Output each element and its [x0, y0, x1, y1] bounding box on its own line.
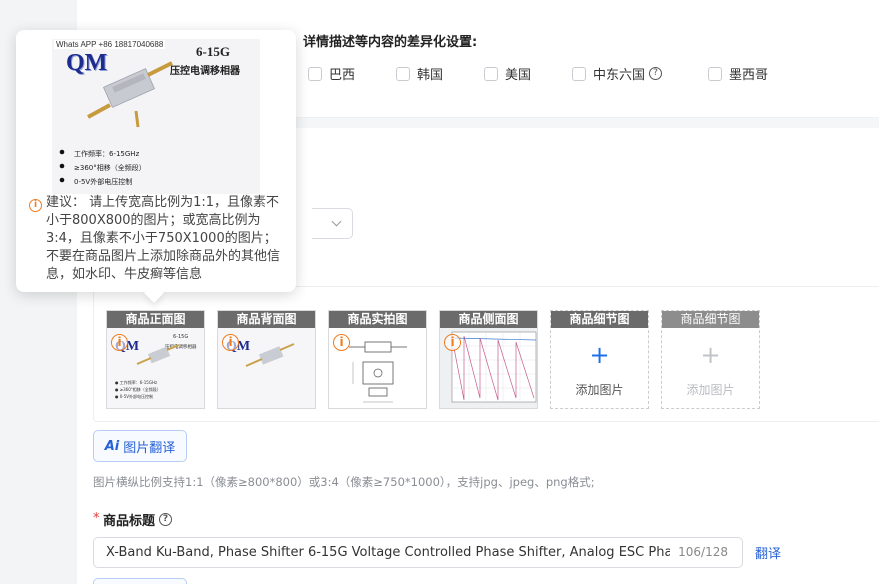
slot-label: 商品侧面图 [440, 311, 537, 328]
add-image-text: 添加图片 [686, 383, 735, 397]
image-slot-detail-disabled: 商品细节图 + 添加图片 [661, 310, 760, 409]
tooltip-product-image: Whats APP +86 18817040688 QM 6-15G 压控电调移… [52, 39, 260, 194]
info-icon: i [29, 199, 42, 212]
warning-icon[interactable]: i [222, 334, 239, 351]
help-icon[interactable]: ? [649, 67, 663, 80]
tooltip-suggestion-text: 建议： 请上传宽高比例为1:1，且像素不小于800X800的图片；或宽高比例为3… [46, 195, 281, 282]
country-checkbox-usa[interactable]: 美国 [484, 64, 531, 83]
svg-text:● 工作频率：6-15GHz: ● 工作频率：6-15GHz [115, 379, 157, 385]
select-dropdown[interactable] [312, 208, 353, 239]
image-slot-real-photo[interactable]: 商品实拍图 i [328, 310, 427, 409]
image-slot-side[interactable]: 商品侧面图 i [439, 310, 538, 409]
image-slot-front[interactable]: 商品正面图 QM 6-15G 压控电调移相器 ● 工作频率：6-15GHz ● … [106, 310, 205, 409]
country-label: 美国 [505, 68, 532, 83]
image-guideline-tooltip: Whats APP +86 18817040688 QM 6-15G 压控电调移… [16, 30, 296, 292]
slot-label: 商品正面图 [107, 311, 204, 328]
translate-link[interactable]: 翻译 [755, 543, 781, 562]
warning-icon[interactable]: i [111, 334, 128, 351]
checkbox[interactable] [484, 66, 498, 81]
checkbox[interactable] [308, 66, 322, 81]
product-title-value: X-Band Ku-Band, Phase Shifter 6-15G Volt… [106, 545, 700, 560]
add-image-text: 添加图片 [575, 383, 624, 397]
svg-text:● 0-5V外部电压控制: ● 0-5V外部电压控制 [115, 393, 153, 399]
qm-logo: QM [66, 50, 108, 76]
warning-icon[interactable]: i [444, 334, 461, 351]
image-format-hint: 图片横纵比例支持1:1（像素≥800*800）或3:4（像素≥750*1000）… [93, 475, 595, 489]
slot-label: 商品实拍图 [329, 311, 426, 328]
whatsapp-text: Whats APP +86 18817040688 [54, 40, 166, 49]
diff-settings-title: 详情描述等内容的差异化设置: [303, 35, 478, 50]
checkbox[interactable] [572, 66, 586, 81]
plus-icon: + [589, 341, 610, 369]
country-label: 中东六国 [593, 68, 646, 83]
svg-text:● ≥360°相移（全频段）: ● ≥360°相移（全频段） [115, 386, 161, 392]
country-checkbox-mexico[interactable]: 墨西哥 [708, 64, 768, 83]
product-name-label: 压控电调移相器 [170, 66, 240, 77]
spec-item: 0-5V外部电压控制 [74, 178, 133, 186]
country-checkbox-brazil[interactable]: 巴西 [308, 64, 355, 83]
help-icon[interactable]: ? [159, 513, 173, 526]
required-mark: * [93, 511, 100, 526]
spec-item: ≥360°相移（全频段） [74, 164, 146, 172]
slot-label: 商品细节图 [551, 311, 648, 328]
ai-icon: Ai [104, 438, 120, 454]
plus-icon: + [700, 341, 721, 369]
product-title-label-text: 商品标题 [103, 514, 156, 529]
warning-icon[interactable]: i [333, 334, 350, 351]
image-translate-button[interactable]: Ai 图片翻译 [93, 430, 187, 462]
country-checkbox-korea[interactable]: 韩国 [396, 64, 443, 83]
checkbox[interactable] [708, 66, 722, 81]
image-slot-back[interactable]: 商品背面图 QM i [217, 310, 316, 409]
slot-label: 商品细节图 [662, 311, 759, 328]
slot-label: 商品背面图 [218, 311, 315, 328]
image-translate-label: 图片翻译 [123, 440, 176, 456]
chevron-down-icon [331, 216, 342, 227]
svg-text:6-15G: 6-15G [173, 334, 188, 340]
product-title-label: 商品标题 ? [103, 510, 173, 529]
spec-list: 工作频率：6-15GHz ≥360°相移（全频段） 0-5V外部电压控制 [74, 147, 146, 189]
partial-button[interactable] [93, 578, 187, 584]
product-title-input[interactable]: X-Band Ku-Band, Phase Shifter 6-15G Volt… [93, 537, 743, 568]
spec-item: 工作频率：6-15GHz [74, 150, 140, 158]
character-count: 106/128 [670, 538, 728, 567]
country-label: 墨西哥 [729, 68, 769, 83]
checkbox[interactable] [396, 66, 410, 81]
country-label: 韩国 [417, 68, 444, 83]
country-checkbox-middle-east[interactable]: 中东六国 ? [572, 64, 663, 83]
freq-label: 6-15G [196, 44, 230, 59]
country-label: 巴西 [329, 68, 356, 83]
image-slot-detail-add[interactable]: 商品细节图 + 添加图片 [550, 310, 649, 409]
